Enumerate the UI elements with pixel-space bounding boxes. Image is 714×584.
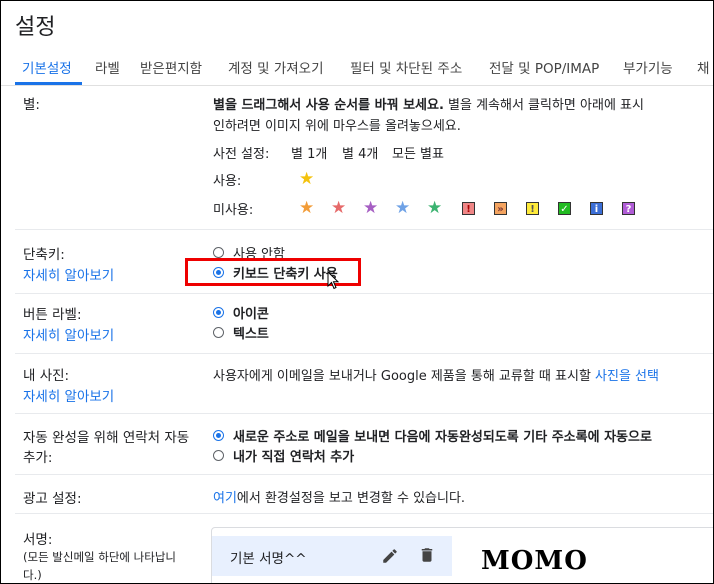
tab-general[interactable]: 기본설정 [22,57,72,77]
auto-add-contacts-label: 새로운 주소로 메일을 보내면 다음에 자동완성되도록 기타 주소록에 자동으로 [233,430,652,445]
text-label: 텍스트 [233,327,269,342]
divider [15,513,713,514]
ad-settings-link[interactable]: 여기 [213,491,237,506]
preset-all-stars[interactable]: 모든 별표 [392,143,444,162]
manual-add-contacts-radio[interactable] [213,450,224,461]
purple-question-icon[interactable]: ? [622,202,635,215]
blue-star-icon[interactable]: ★ [395,200,410,217]
not-in-use-label: 미사용: [213,203,254,218]
auto-add-contacts-radio[interactable] [213,430,224,441]
settings-tabs: 기본설정 라벨 받은편지함 계정 및 가져오기 필터 및 차단된 주소 전달 및… [1,45,713,86]
manual-add-contacts-label: 내가 직접 연락처 추가 [233,450,355,465]
signature-label: 서명: [23,532,53,548]
my-picture-label: 내 사진: [23,368,70,384]
green-star-icon[interactable]: ★ [427,200,442,217]
autocomplete-label-line2: 추가: [23,450,53,466]
active-tab-indicator [15,82,82,85]
stars-desc: 별을 계속해서 클릭하면 아래에 표시 [448,98,644,113]
shortcuts-learn-more-link[interactable]: 자세히 알아보기 [23,264,114,284]
orange-star-icon[interactable]: ★ [299,200,314,217]
signature-note-line2: 다.) [23,568,42,582]
divider [15,413,713,414]
red-star-icon[interactable]: ★ [331,200,346,217]
mouse-cursor-icon [327,271,340,290]
button-labels-label: 버튼 라벨: [23,307,82,323]
in-use-label: 사용: [213,174,242,189]
edit-pencil-icon[interactable] [381,547,399,565]
stars-label: 별: [23,97,40,113]
stars-desc-line2: 인하려면 이미지 위에 마우스를 올려놓으세요. [213,119,461,134]
my-picture-learn-more-link[interactable]: 자세히 알아보기 [23,385,114,405]
ad-settings-label: 광고 설정: [23,491,82,507]
presets-label: 사전 설정: [213,147,270,162]
watermark-logo: MOMO [481,546,588,576]
yellow-star-icon[interactable]: ★ [299,171,314,188]
ad-settings-desc: 에서 환경설정을 보고 변경할 수 있습니다. [236,491,466,506]
preset-4-stars[interactable]: 별 4개 [342,143,378,162]
signature-note: (모든 발신메일 하단에 나타납니 [23,550,176,564]
orange-guillemet-icon[interactable]: » [494,202,507,215]
page-title: 설정 [15,15,56,40]
tab-forwarding-pop-imap[interactable]: 전달 및 POP/IMAP [489,57,599,77]
tab-filters-blocked[interactable]: 필터 및 차단된 주소 [350,57,462,77]
shortcuts-label: 단축키: [23,247,65,263]
my-picture-desc: 사용자에게 이메일을 보내거나 Google 제품을 통해 교류할 때 표시할 [213,369,591,384]
divider [15,353,713,354]
red-bang-icon[interactable]: ! [462,202,475,215]
blue-info-icon[interactable]: i [590,202,603,215]
select-picture-link[interactable]: 사진을 선택 [595,369,659,384]
trash-icon[interactable] [418,546,436,564]
preset-1-star[interactable]: 별 1개 [291,143,327,162]
divider [15,474,713,475]
icons-radio[interactable] [213,307,224,318]
divider [15,229,713,230]
green-check-icon[interactable]: ✓ [558,202,571,215]
settings-page: 설정 기본설정 라벨 받은편지함 계정 및 가져오기 필터 및 차단된 주소 전… [0,0,714,584]
tab-chat[interactable]: 채 [697,57,709,77]
divider [15,293,713,294]
tab-inbox[interactable]: 받은편지함 [140,57,202,77]
autocomplete-label: 자동 완성을 위해 연락처 자동 [23,430,190,446]
button-labels-learn-more-link[interactable]: 자세히 알아보기 [23,324,114,344]
signature-item-name: 기본 서명^^ [230,551,307,567]
yellow-bang-icon[interactable]: ! [526,202,539,215]
purple-star-icon[interactable]: ★ [363,200,378,217]
tab-accounts-import[interactable]: 계정 및 가져오기 [228,57,324,77]
tab-labels[interactable]: 라벨 [95,57,120,77]
text-radio[interactable] [213,327,224,338]
stars-desc-bold: 별을 드래그해서 사용 순서를 바꿔 보세요. [213,98,444,113]
tab-addons[interactable]: 부가기능 [623,57,673,77]
icons-label: 아이콘 [233,307,269,322]
shortcuts-off-radio[interactable] [213,247,224,258]
